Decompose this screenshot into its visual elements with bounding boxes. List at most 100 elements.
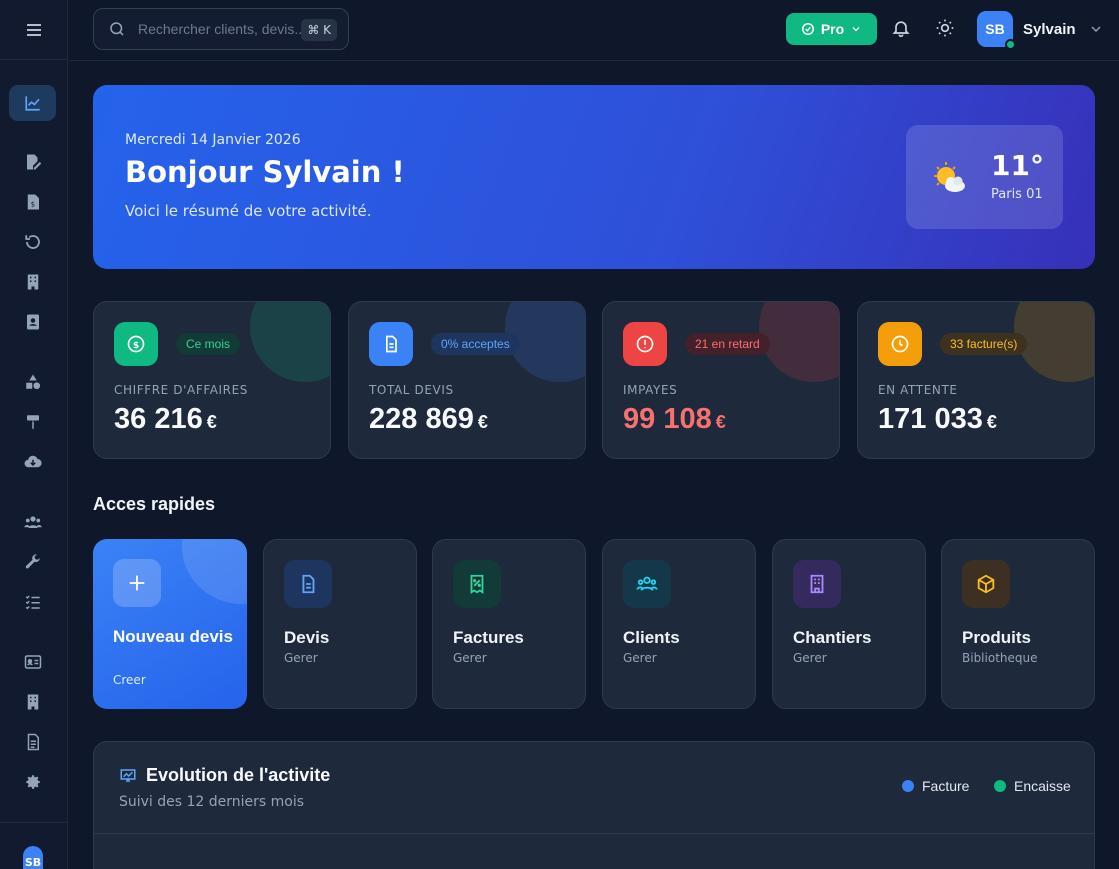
id-card-icon bbox=[24, 655, 42, 669]
stat-value: 228 869 € bbox=[369, 403, 488, 436]
sidebar-item-invoices[interactable]: $ bbox=[22, 191, 44, 213]
quick-invoices-button[interactable]: Factures Gerer bbox=[432, 539, 586, 709]
quick-item-name: Clients bbox=[623, 628, 680, 647]
activity-evolution-panel: Evolution de l'activite Suivi des 12 der… bbox=[93, 741, 1095, 869]
legend-dot bbox=[902, 780, 914, 792]
plus-icon bbox=[113, 559, 161, 607]
sidebar-item-download[interactable] bbox=[22, 451, 44, 473]
stat-amount: 171 033 bbox=[878, 403, 983, 435]
plan-label: Pro bbox=[820, 21, 845, 37]
sidebar-item-company[interactable] bbox=[22, 691, 44, 713]
legend-label: Facture bbox=[922, 778, 970, 794]
sidebar-item-products[interactable] bbox=[22, 371, 44, 393]
list-check-icon bbox=[25, 595, 40, 610]
stat-currency: € bbox=[986, 412, 997, 432]
sidebar-item-dashboard[interactable] bbox=[9, 85, 56, 121]
sidebar-avatar[interactable]: SB bbox=[23, 846, 43, 869]
sidebar-item-quotes[interactable] bbox=[22, 151, 44, 173]
notifications-button[interactable] bbox=[891, 18, 911, 42]
quick-new-quote-button[interactable]: Nouveau devis Creer bbox=[93, 539, 247, 709]
top-bar: ⌘ K Pro SB Sylvain bbox=[69, 0, 1119, 61]
sidebar: $ SB bbox=[0, 0, 68, 869]
sidebar-item-tasks[interactable] bbox=[22, 591, 44, 613]
search-box[interactable]: ⌘ K bbox=[93, 8, 349, 50]
stat-value: 36 216 € bbox=[114, 403, 217, 436]
stat-badge: 21 en retard bbox=[685, 333, 770, 355]
sidebar-item-paint[interactable] bbox=[22, 411, 44, 433]
legend-label: Encaisse bbox=[1014, 778, 1071, 794]
user-menu[interactable]: SB Sylvain bbox=[977, 11, 1104, 50]
sun-icon bbox=[936, 19, 954, 37]
panel-subtitle: Suivi des 12 derniers mois bbox=[119, 794, 305, 810]
quick-products-button[interactable]: Produits Bibliotheque bbox=[941, 539, 1095, 709]
sidebar-item-contacts[interactable] bbox=[22, 311, 44, 333]
stat-currency: € bbox=[206, 412, 217, 432]
sidebar-item-buildings[interactable] bbox=[22, 271, 44, 293]
building-icon bbox=[27, 274, 39, 290]
quick-item-sub: Gerer bbox=[793, 651, 827, 665]
chart-line-icon bbox=[24, 96, 40, 111]
legend-dot bbox=[994, 780, 1006, 792]
stat-card-revenue[interactable]: $ Ce mois CHIFFRE D'AFFAIRES 36 216 € bbox=[93, 301, 331, 459]
quick-quotes-button[interactable]: Devis Gerer bbox=[263, 539, 417, 709]
quick-item-sub: Gerer bbox=[284, 651, 318, 665]
weather-location: Paris 01 bbox=[991, 187, 1043, 202]
search-icon bbox=[110, 22, 124, 36]
stat-label: CHIFFRE D'AFFAIRES bbox=[114, 383, 249, 397]
partly-cloudy-icon bbox=[934, 162, 965, 192]
stat-amount: 99 108 bbox=[623, 403, 712, 435]
legend-item-collected: Encaisse bbox=[994, 778, 1071, 794]
building-icon bbox=[793, 560, 841, 608]
sidebar-item-documents[interactable] bbox=[22, 731, 44, 753]
sidebar-item-history[interactable] bbox=[22, 231, 44, 253]
quick-item-sub: Gerer bbox=[623, 651, 657, 665]
theme-toggle-button[interactable] bbox=[935, 18, 955, 42]
receipt-percent-icon bbox=[453, 560, 501, 608]
menu-toggle-button[interactable] bbox=[0, 0, 68, 60]
sidebar-item-team[interactable] bbox=[22, 511, 44, 533]
quick-item-sub: Gerer bbox=[453, 651, 487, 665]
stat-card-quotes[interactable]: 0% acceptes TOTAL DEVIS 228 869 € bbox=[348, 301, 586, 459]
document-icon bbox=[369, 322, 413, 366]
users-icon bbox=[623, 560, 671, 608]
search-input[interactable] bbox=[138, 21, 303, 37]
svg-text:$: $ bbox=[133, 340, 139, 351]
avatar: SB bbox=[977, 11, 1016, 50]
quick-item-name: Nouveau devis bbox=[113, 627, 233, 646]
greeting-title: Bonjour Sylvain ! bbox=[125, 155, 405, 189]
stat-label: TOTAL DEVIS bbox=[369, 383, 454, 397]
quick-item-sub: Bibliotheque bbox=[962, 651, 1038, 665]
gear-icon bbox=[26, 775, 40, 789]
paint-roller-icon bbox=[27, 415, 39, 429]
stat-badge: 0% acceptes bbox=[431, 333, 520, 355]
stat-card-unpaid[interactable]: 21 en retard IMPAYES 99 108 € bbox=[602, 301, 840, 459]
weather-temperature: 11° bbox=[991, 149, 1044, 182]
card-decoration bbox=[759, 302, 839, 382]
plan-pro-button[interactable]: Pro bbox=[786, 13, 877, 45]
stat-card-pending[interactable]: 33 facture(s) EN ATTENTE 171 033 € bbox=[857, 301, 1095, 459]
clock-icon bbox=[878, 322, 922, 366]
quick-sites-button[interactable]: Chantiers Gerer bbox=[772, 539, 926, 709]
current-date: Mercredi 14 Janvier 2026 bbox=[125, 132, 301, 148]
quick-access-title: Acces rapides bbox=[93, 494, 216, 514]
sidebar-item-tools[interactable] bbox=[22, 551, 44, 573]
user-name: Sylvain bbox=[1023, 20, 1076, 38]
quick-item-name: Chantiers bbox=[793, 628, 872, 647]
welcome-banner: Mercredi 14 Janvier 2026 Bonjour Sylvain… bbox=[93, 85, 1095, 269]
quick-clients-button[interactable]: Clients Gerer bbox=[602, 539, 756, 709]
stat-currency: € bbox=[715, 412, 726, 432]
stat-badge: 33 facture(s) bbox=[940, 333, 1028, 355]
quick-item-name: Devis bbox=[284, 628, 330, 647]
check-circle-icon bbox=[801, 23, 814, 35]
card-decoration bbox=[182, 539, 247, 604]
quick-item-name: Factures bbox=[453, 628, 524, 647]
stat-badge: Ce mois bbox=[176, 333, 241, 355]
sidebar-item-id-card[interactable] bbox=[22, 651, 44, 673]
building-icon bbox=[27, 694, 39, 710]
stat-amount: 228 869 bbox=[369, 403, 474, 435]
stat-label: EN ATTENTE bbox=[878, 383, 958, 397]
sidebar-item-settings[interactable] bbox=[22, 771, 44, 793]
panel-title: Evolution de l'activite bbox=[146, 765, 331, 785]
bell-icon bbox=[892, 21, 910, 38]
card-decoration bbox=[250, 302, 330, 382]
